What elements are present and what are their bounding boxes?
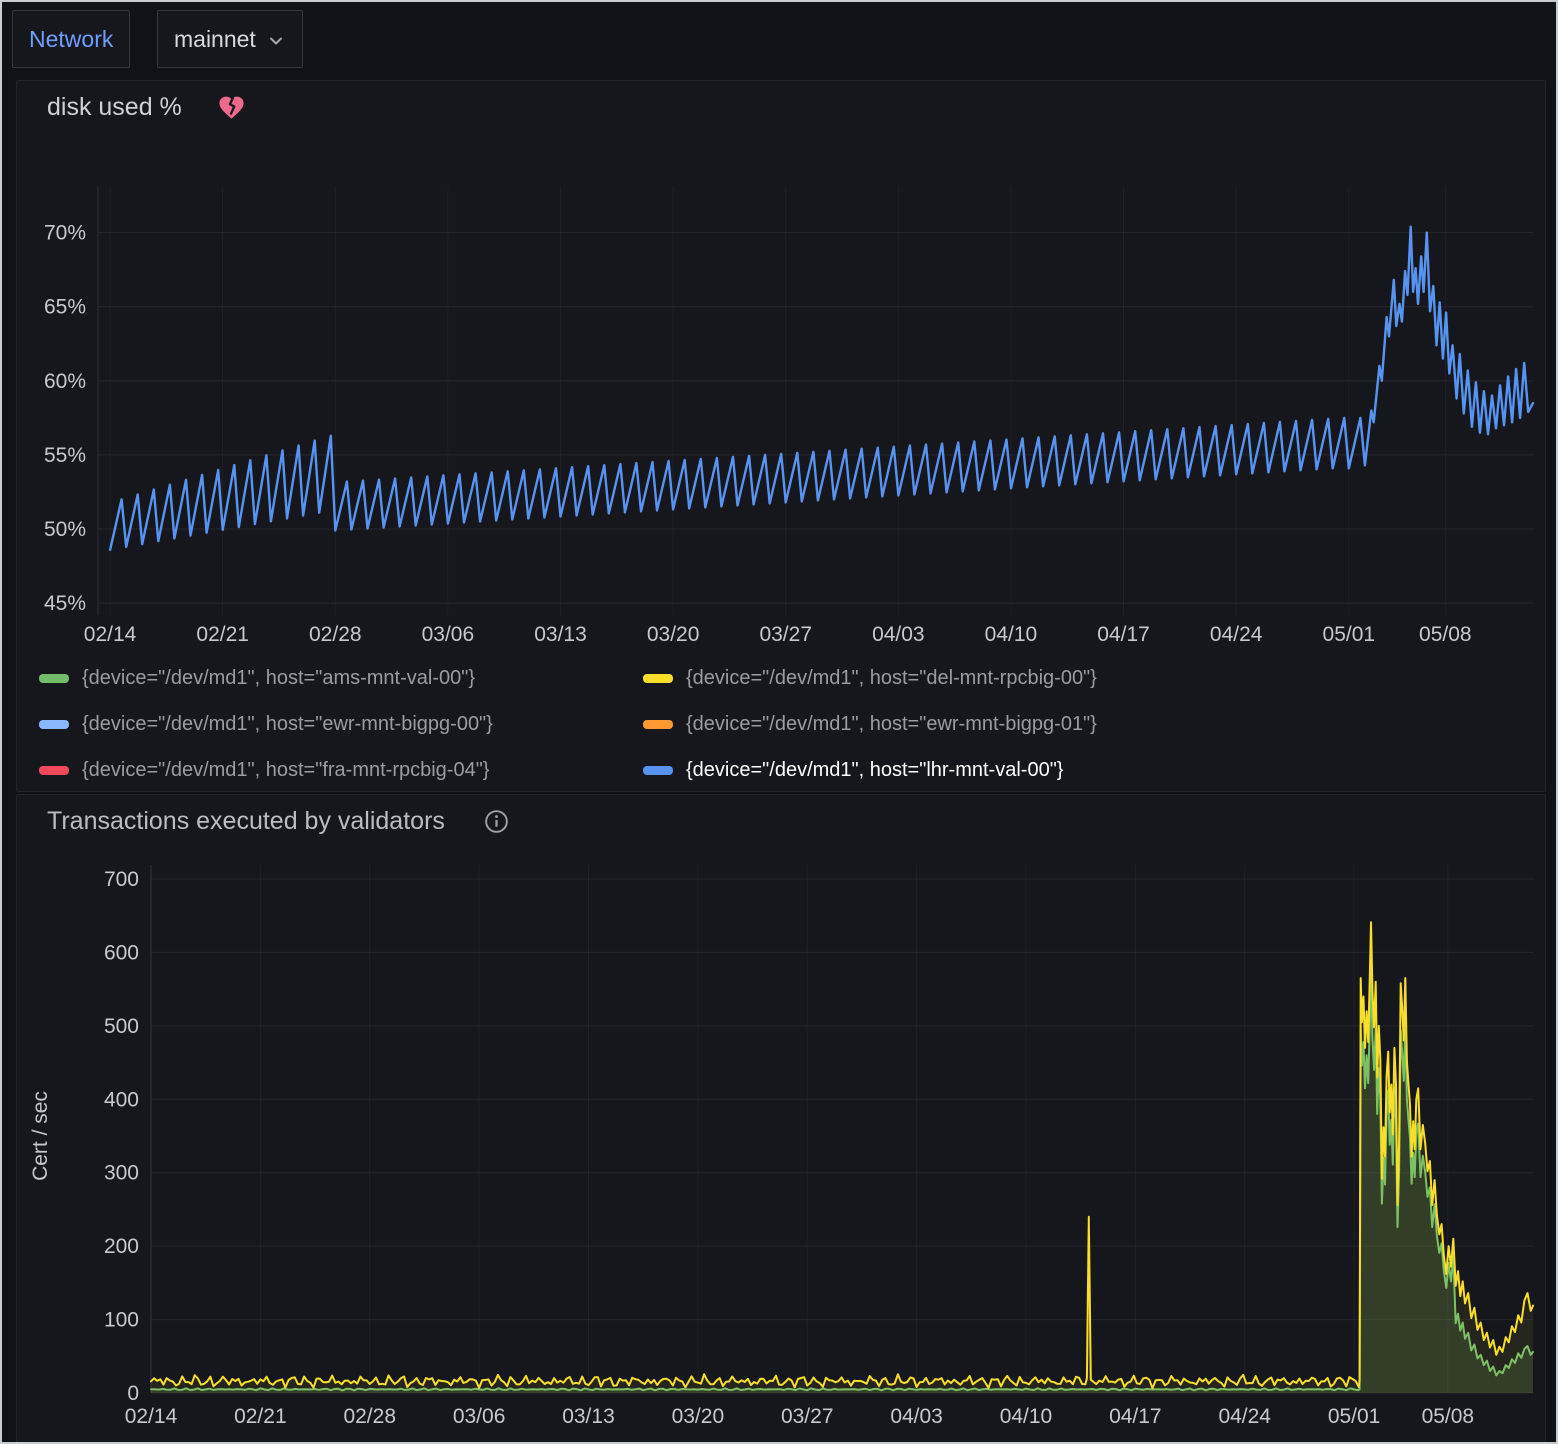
legend-label: {device="/dev/md1", host="del-mnt-rpcbig… (686, 667, 1097, 690)
chevron-down-icon (266, 31, 286, 51)
x-tick-label: 05/01 (1323, 623, 1376, 646)
x-tick-label: 05/08 (1422, 1405, 1475, 1428)
legend-item[interactable]: {device="/dev/md1", host="ewr-mnt-bigpg-… (39, 701, 643, 747)
variable-value-dropdown[interactable]: mainnet (157, 10, 303, 68)
disk-used-legend: {device="/dev/md1", host="ams-mnt-val-00… (39, 655, 1535, 793)
x-tick-label: 04/24 (1218, 1405, 1271, 1428)
y-tick-label: 65% (44, 296, 86, 319)
legend-item[interactable]: {device="/dev/md1", host="lhr-mnt-val-00… (643, 747, 1535, 793)
disk-used-chart[interactable]: 02/14 02/21 02/28 03/06 03/13 03/20 03/27 04/03… (17, 133, 1547, 658)
variable-label-network: Network (12, 10, 130, 68)
series-line-validator-green (151, 973, 1533, 1390)
x-tick-label: 03/13 (534, 623, 587, 646)
variables-bar: Network mainnet (2, 2, 1556, 78)
y-tick-label: 400 (104, 1088, 139, 1111)
x-tick-label: 02/28 (343, 1405, 396, 1428)
panel-title-disk-used[interactable]: disk used % (47, 93, 182, 122)
y-tick-label: 200 (104, 1235, 139, 1258)
x-tick-label: 03/27 (781, 1405, 834, 1428)
x-tick-label: 04/24 (1210, 623, 1263, 646)
info-icon[interactable] (483, 808, 510, 835)
legend-swatch-icon (643, 766, 673, 775)
legend-item[interactable]: {device="/dev/md1", host="ewr-mnt-bigpg-… (643, 701, 1535, 747)
x-tick-label: 02/14 (84, 623, 137, 646)
series-fill-validator-yellow (151, 922, 1533, 1393)
panel-disk-header: disk used % (47, 93, 247, 122)
series-fill-validator-green (151, 973, 1533, 1393)
y-tick-label: 60% (44, 370, 86, 393)
legend-swatch-icon (39, 674, 69, 683)
legend-swatch-icon (39, 720, 69, 729)
y-tick-label: 500 (104, 1015, 139, 1038)
x-tick-label: 02/28 (309, 623, 362, 646)
transactions-chart-svg: 02/14 02/21 02/28 03/06 03/13 03/20 03/27 04/03… (17, 845, 1547, 1437)
panel-disk-used: disk used % 02/14 02/21 02/28 03/06 03/13 03/… (16, 80, 1546, 792)
legend-label: {device="/dev/md1", host="ams-mnt-val-00… (82, 667, 475, 690)
x-tick-label: 02/21 (196, 623, 249, 646)
y-tick-label: 0 (127, 1382, 139, 1405)
x-tick-label: 02/21 (234, 1405, 287, 1428)
y-tick-label: 70% (44, 222, 86, 245)
x-tick-label: 04/03 (890, 1405, 943, 1428)
x-tick-label: 05/01 (1328, 1405, 1381, 1428)
legend-item[interactable]: {device="/dev/md1", host="ams-mnt-val-00… (39, 655, 643, 701)
legend-swatch-icon (643, 674, 673, 683)
y-tick-label: 55% (44, 444, 86, 467)
transactions-chart[interactable]: 02/14 02/21 02/28 03/06 03/13 03/20 03/27 04/03… (17, 845, 1547, 1437)
y-tick-label: 100 (104, 1309, 139, 1332)
x-tick-label: 03/27 (759, 623, 812, 646)
x-tick-label: 04/10 (985, 623, 1038, 646)
legend-label: {device="/dev/md1", host="ewr-mnt-bigpg-… (686, 713, 1097, 736)
y-tick-label: 45% (44, 592, 86, 615)
x-tick-label: 04/17 (1097, 623, 1150, 646)
panel-title-transactions[interactable]: Transactions executed by validators (47, 807, 445, 836)
series-line-{device="/dev/md1", host="lhr-mnt-val-00"} (110, 227, 1533, 550)
x-tick-label: 04/03 (872, 623, 925, 646)
legend-item[interactable]: {device="/dev/md1", host="del-mnt-rpcbig… (643, 655, 1535, 701)
x-tick-label: 03/13 (562, 1405, 615, 1428)
x-tick-label: 04/10 (1000, 1405, 1053, 1428)
legend-item[interactable]: {device="/dev/md1", host="fra-mnt-rpcbig… (39, 747, 643, 793)
legend-swatch-icon (39, 766, 69, 775)
x-tick-label: 04/17 (1109, 1405, 1162, 1428)
x-tick-label: 05/08 (1419, 623, 1472, 646)
panel-transactions: Transactions executed by validators 02/1… (16, 794, 1546, 1444)
legend-label: {device="/dev/md1", host="lhr-mnt-val-00… (686, 759, 1063, 782)
legend-label: {device="/dev/md1", host="ewr-mnt-bigpg-… (82, 713, 493, 736)
variable-value-text: mainnet (174, 26, 256, 53)
variable-label-text: Network (29, 26, 113, 53)
y-tick-label: 300 (104, 1162, 139, 1185)
disk-used-chart-svg: 02/14 02/21 02/28 03/06 03/13 03/20 03/27 04/03… (17, 133, 1547, 658)
broken-heart-icon (216, 93, 247, 122)
legend-label: {device="/dev/md1", host="fra-mnt-rpcbig… (82, 759, 490, 782)
x-tick-label: 03/20 (647, 623, 700, 646)
panel-tx-header: Transactions executed by validators (47, 807, 510, 836)
grafana-dashboard: Network mainnet disk used % 02/1402/2102… (0, 0, 1558, 1444)
y-tick-label: 600 (104, 941, 139, 964)
x-tick-label: 02/14 (125, 1405, 178, 1428)
x-tick-label: 03/20 (672, 1405, 725, 1428)
x-tick-label: 03/06 (453, 1405, 506, 1428)
legend-swatch-icon (643, 720, 673, 729)
y-tick-label: 700 (104, 868, 139, 891)
series-line-validator-yellow (151, 922, 1533, 1388)
x-tick-label: 03/06 (422, 623, 475, 646)
y-tick-label: 50% (44, 518, 86, 541)
y-axis-title: Cert / sec (29, 1091, 52, 1181)
